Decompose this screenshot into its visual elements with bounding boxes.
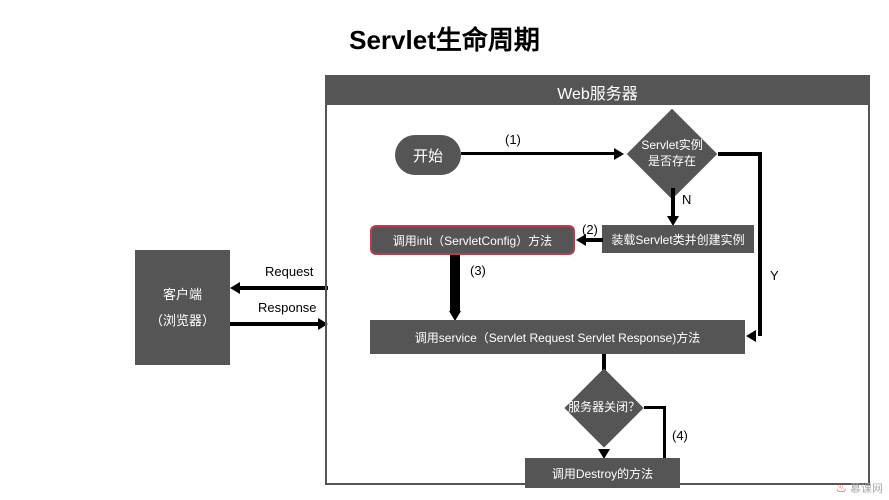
exists-l1: Servlet实例 [641, 138, 702, 152]
step1-label: (1) [505, 132, 521, 147]
arrow2-head [576, 234, 586, 246]
watermark-text: 慕课网 [850, 480, 883, 496]
step3-label: (3) [470, 263, 486, 278]
server-header: Web服务器 [327, 77, 868, 105]
arrowY-h1 [718, 152, 762, 156]
request-arrow-head [230, 282, 240, 294]
client-label-1: 客户端 [163, 282, 202, 308]
step4-label: (4) [672, 428, 688, 443]
arrowY-v [758, 152, 762, 336]
request-arrow-line [240, 286, 328, 290]
flame-icon: ♨ [835, 480, 847, 496]
arrow1-head [614, 148, 624, 160]
exists-l2: 是否存在 [648, 154, 696, 168]
request-label: Request [265, 264, 313, 279]
client-box: 客户端 （浏览器） [135, 250, 230, 365]
client-label-2: （浏览器） [150, 308, 215, 334]
watermark: ♨ 慕课网 [835, 480, 883, 496]
destroy-node: 调用Destroy的方法 [525, 458, 680, 488]
yes-label: Y [770, 268, 779, 283]
init-node: 调用init（ServletConfig）方法 [370, 225, 575, 255]
arrowY-head [746, 330, 756, 342]
service-node: 调用service（Servlet Request Servlet Respon… [370, 320, 745, 354]
response-arrow-line [230, 322, 318, 326]
arrow3-line [450, 255, 460, 313]
arrow1-line [461, 152, 616, 155]
load-node: 装载Servlet类并创建实例 [602, 225, 754, 253]
diagram-title: Servlet生命周期 [0, 20, 889, 57]
no-label: N [682, 192, 691, 207]
shutdown-label: 服务器关闭？ [568, 400, 640, 416]
arrowN-line [671, 188, 675, 218]
response-label: Response [258, 300, 317, 315]
start-node: 开始 [395, 135, 461, 175]
arrow2-line [585, 238, 603, 242]
